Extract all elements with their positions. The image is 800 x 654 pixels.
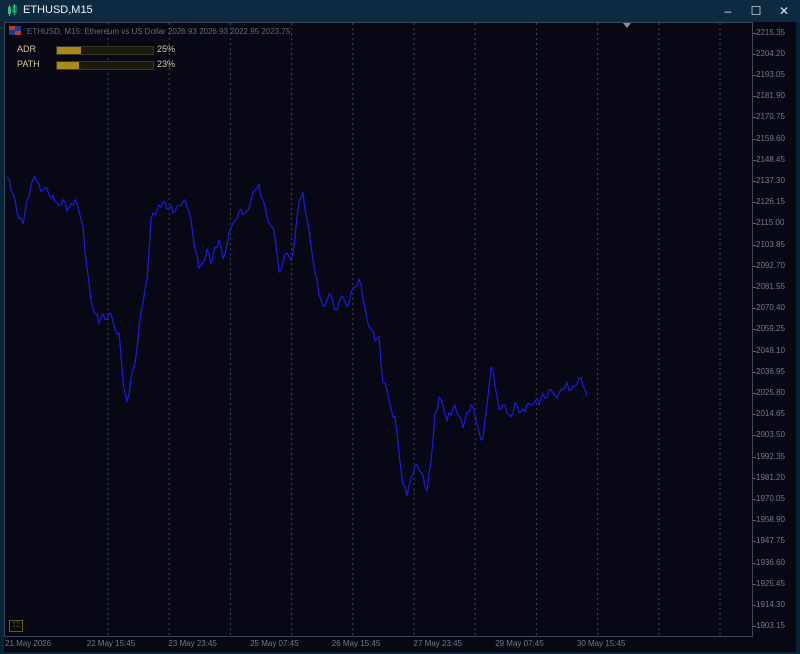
price-label: 2115.00 bbox=[756, 218, 785, 228]
price-label: 2126.15 bbox=[756, 197, 785, 207]
indicator-bar bbox=[56, 61, 154, 70]
price-label: 1958.90 bbox=[756, 515, 785, 525]
symbol-flag-icon bbox=[9, 26, 21, 35]
price-label: 1936.60 bbox=[756, 557, 785, 567]
price-label: 2059.25 bbox=[756, 324, 785, 334]
price-label: 1970.05 bbox=[756, 494, 785, 504]
price-label: 2003.50 bbox=[756, 430, 785, 440]
window-title: ETHUSD,M15 bbox=[23, 4, 93, 16]
time-label: 27 May 23:45 bbox=[413, 639, 462, 648]
price-label: 1925.45 bbox=[756, 578, 785, 588]
price-label: 1981.20 bbox=[756, 472, 785, 482]
time-label: 25 May 07:45 bbox=[250, 639, 299, 648]
title-bar[interactable]: ETHUSD,M15 – ☐ ✕ bbox=[0, 0, 800, 22]
price-label: 1992.35 bbox=[756, 451, 785, 461]
time-label: 21 May 2026 bbox=[5, 639, 52, 648]
price-label: 2193.05 bbox=[756, 69, 785, 79]
indicator-label: PATH bbox=[17, 59, 40, 69]
indicator-label: ADR bbox=[17, 44, 37, 54]
fullscreen-icon[interactable]: ⛶ bbox=[9, 620, 23, 632]
indicator-value: 25% bbox=[157, 44, 176, 54]
chart-area[interactable]: ETHUSD, M15: Ethereum vs US Dollar 2026.… bbox=[4, 22, 753, 637]
indicator-bar bbox=[56, 46, 154, 55]
chart-shift-marker[interactable] bbox=[623, 23, 631, 28]
price-label: 2048.10 bbox=[756, 345, 785, 355]
time-label: 26 May 15:45 bbox=[331, 639, 381, 648]
price-label: 2014.65 bbox=[756, 409, 785, 419]
price-series-line bbox=[6, 175, 588, 497]
price-label: 2159.60 bbox=[756, 133, 785, 143]
price-chart bbox=[6, 23, 721, 636]
time-label: 22 May 15:45 bbox=[86, 639, 136, 648]
price-label: 2036.95 bbox=[756, 366, 785, 376]
chart-header: ETHUSD, M15: Ethereum vs US Dollar 2026.… bbox=[27, 27, 291, 36]
terminal-window: ETHUSD,M15 – ☐ ✕ ETHUSD, M15: Ethereum v… bbox=[0, 0, 800, 654]
price-label: 2170.75 bbox=[756, 112, 785, 122]
price-label: 2081.55 bbox=[756, 281, 785, 291]
price-label: 2137.30 bbox=[756, 175, 785, 185]
time-label: 29 May 07:45 bbox=[495, 639, 544, 648]
time-axis[interactable]: 21 May 2026 22 May 15:45 23 May 23:45 25 Ma… bbox=[4, 637, 796, 652]
time-label: 23 May 23:45 bbox=[168, 639, 217, 648]
time-label: 30 May 15:45 bbox=[576, 639, 626, 648]
price-axis[interactable]: 2215.35 2204.20 2193.05 2181.90 2170.75 2159.… bbox=[753, 22, 796, 637]
price-label: 2204.20 bbox=[756, 48, 785, 58]
close-button[interactable]: ✕ bbox=[770, 0, 798, 22]
candlestick-icon bbox=[8, 4, 17, 16]
price-label: 1947.75 bbox=[756, 536, 785, 546]
maximize-button[interactable]: ☐ bbox=[742, 0, 770, 22]
indicator-value: 23% bbox=[157, 59, 176, 69]
price-label: 2025.80 bbox=[756, 388, 785, 398]
price-label: 2148.45 bbox=[756, 154, 785, 164]
price-label: 1914.30 bbox=[756, 600, 785, 610]
price-label: 2103.85 bbox=[756, 239, 785, 249]
price-label: 1903.15 bbox=[756, 621, 785, 631]
price-label: 2070.40 bbox=[756, 303, 785, 313]
price-label: 2215.35 bbox=[756, 27, 785, 37]
indicator-fill bbox=[57, 62, 80, 69]
price-label: 2181.90 bbox=[756, 91, 785, 101]
minimize-button[interactable]: – bbox=[714, 0, 742, 22]
price-label: 2092.70 bbox=[756, 260, 785, 270]
indicator-fill bbox=[57, 47, 81, 54]
